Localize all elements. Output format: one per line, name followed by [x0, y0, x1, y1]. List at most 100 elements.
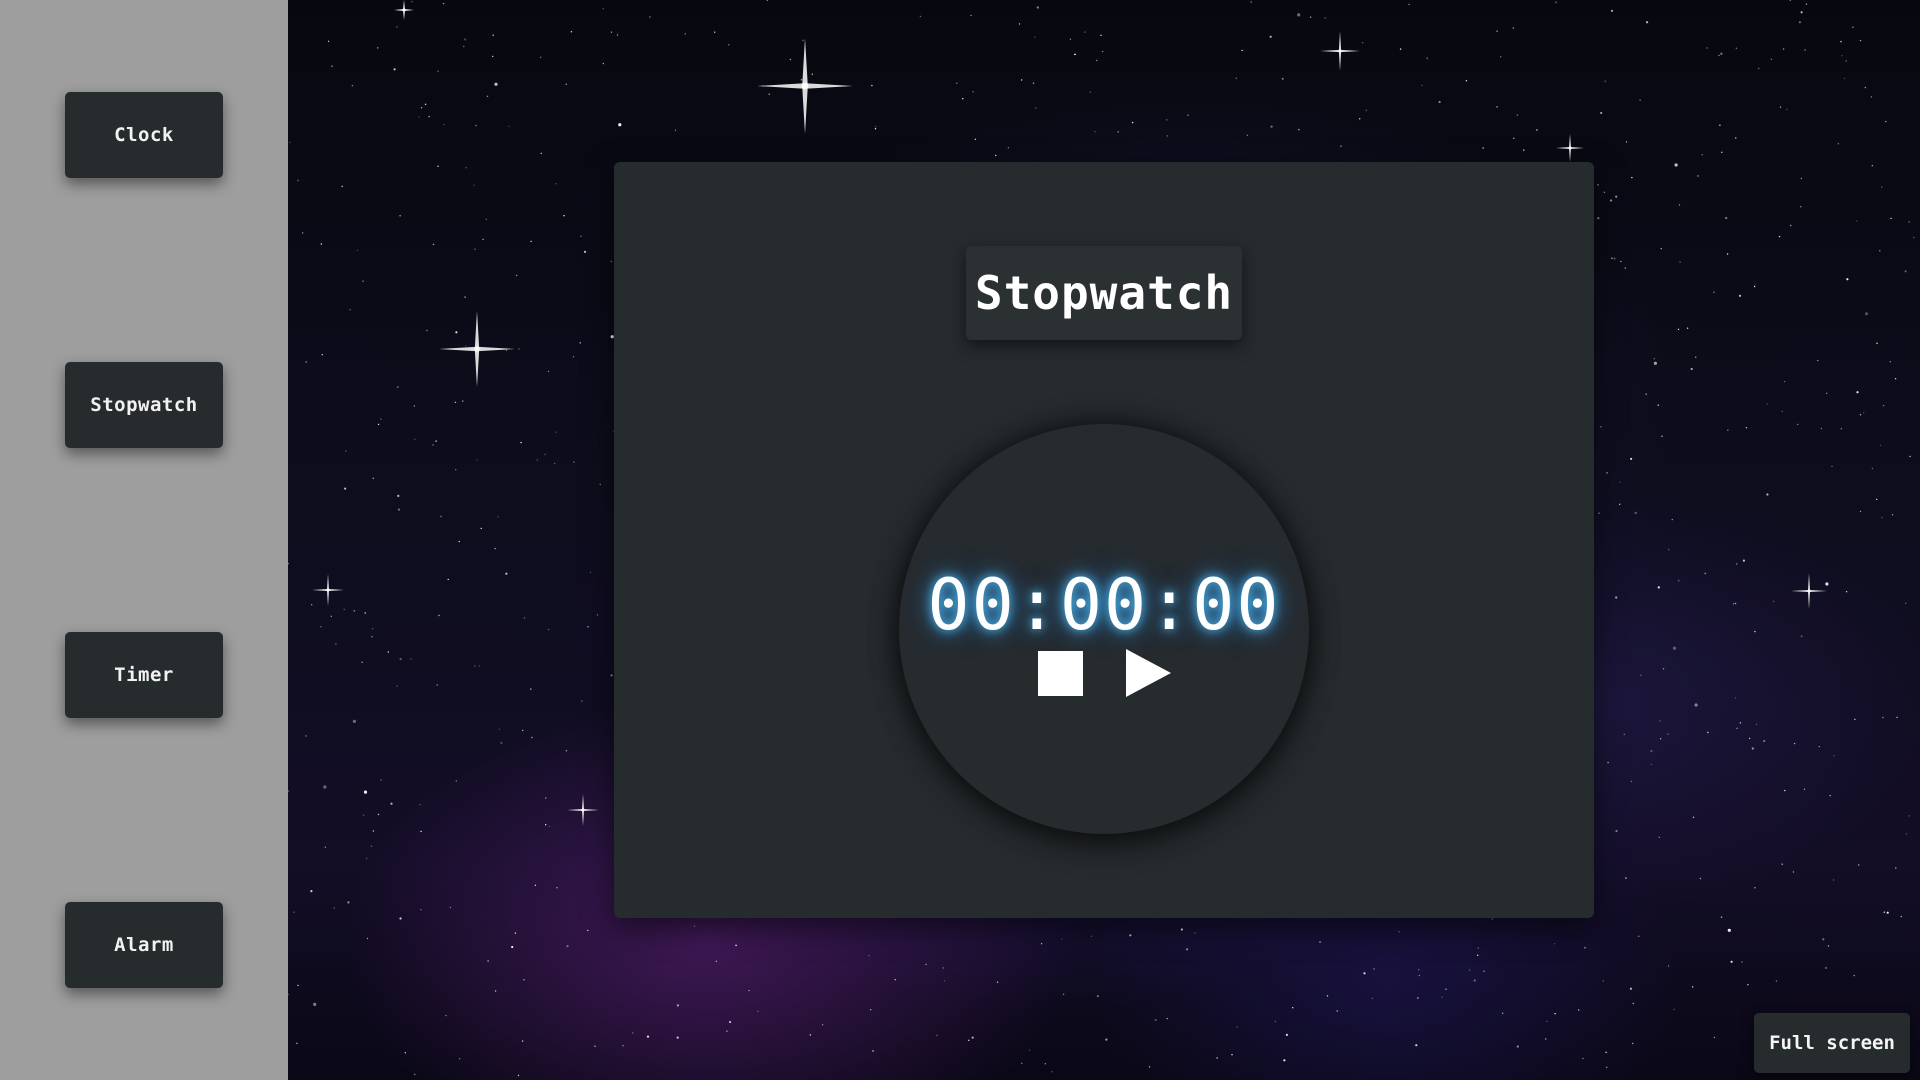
star — [1896, 716, 1898, 719]
star — [1285, 1033, 1288, 1036]
sidebar-item-clock[interactable]: Clock — [65, 92, 223, 178]
star — [1749, 737, 1751, 740]
star — [1686, 327, 1689, 329]
stopwatch-dial: 00:00:00 — [899, 424, 1309, 834]
star — [1863, 412, 1865, 414]
star — [1319, 940, 1322, 944]
fullscreen-button[interactable]: Full screen — [1754, 1013, 1910, 1073]
star — [1605, 1051, 1607, 1054]
star — [327, 40, 330, 42]
star — [693, 925, 696, 927]
star — [302, 232, 304, 234]
star — [1886, 911, 1889, 914]
star — [553, 462, 556, 465]
star — [440, 515, 442, 518]
star — [1859, 414, 1862, 416]
play-button[interactable] — [1119, 649, 1171, 697]
star — [1894, 378, 1897, 380]
star — [410, 658, 412, 660]
star — [1021, 1062, 1023, 1065]
star — [596, 614, 599, 616]
star — [971, 1036, 974, 1039]
star — [293, 911, 295, 913]
star — [522, 729, 524, 732]
star — [288, 562, 289, 565]
stop-button[interactable] — [1036, 649, 1084, 697]
star — [1720, 916, 1723, 918]
sidebar-item-stopwatch[interactable]: Stopwatch — [65, 362, 223, 448]
star — [476, 459, 478, 461]
star — [371, 636, 373, 638]
star — [1582, 1057, 1584, 1060]
star — [494, 82, 498, 86]
star — [1051, 1071, 1053, 1073]
star — [1747, 984, 1749, 986]
star — [1879, 444, 1882, 447]
star — [372, 830, 375, 832]
star — [1166, 119, 1168, 121]
star — [1781, 410, 1783, 413]
star — [1661, 435, 1663, 437]
star — [1359, 118, 1361, 120]
star — [589, 571, 592, 573]
sidebar-item-alarm[interactable]: Alarm — [65, 902, 223, 988]
star — [352, 719, 356, 724]
star — [320, 626, 322, 628]
page-title: Stopwatch — [974, 266, 1234, 320]
title-box: Stopwatch — [966, 246, 1242, 340]
star — [1496, 30, 1498, 32]
star — [1713, 291, 1715, 293]
star — [447, 578, 449, 581]
star — [555, 183, 557, 185]
star — [523, 617, 526, 619]
star — [821, 1023, 824, 1026]
star — [942, 967, 944, 969]
star — [424, 103, 427, 106]
star — [511, 945, 514, 949]
star — [1793, 742, 1796, 745]
star — [343, 608, 345, 611]
star — [492, 55, 494, 58]
star — [505, 349, 508, 352]
star — [1418, 969, 1420, 971]
star — [361, 661, 363, 663]
star — [871, 84, 873, 87]
star — [1650, 763, 1653, 766]
star — [1797, 423, 1799, 426]
star — [684, 33, 686, 35]
star — [1074, 53, 1076, 56]
star — [1336, 1010, 1338, 1012]
star — [1657, 586, 1660, 589]
star — [458, 540, 460, 543]
star — [1638, 935, 1640, 937]
star — [288, 993, 289, 996]
star — [1713, 1036, 1716, 1039]
star — [1044, 1063, 1046, 1065]
star — [1600, 426, 1602, 428]
star — [1274, 1020, 1277, 1023]
star — [418, 116, 420, 118]
star — [919, 15, 922, 18]
star — [515, 274, 518, 277]
star — [540, 56, 542, 58]
star — [1695, 356, 1697, 358]
star — [1516, 114, 1519, 116]
star — [1879, 250, 1881, 252]
sidebar-item-timer[interactable]: Timer — [65, 632, 223, 718]
star — [1298, 129, 1300, 131]
star — [1727, 928, 1731, 932]
star — [1692, 816, 1695, 818]
star — [1734, 697, 1737, 699]
star — [1697, 175, 1699, 177]
star — [1309, 16, 1312, 18]
star — [1477, 947, 1479, 949]
star — [455, 780, 457, 782]
star — [618, 123, 622, 127]
star — [1650, 749, 1653, 753]
star — [1441, 996, 1443, 998]
star — [1625, 877, 1627, 879]
star — [397, 494, 400, 497]
star — [996, 981, 999, 983]
star — [1084, 31, 1086, 33]
star — [1846, 278, 1849, 281]
